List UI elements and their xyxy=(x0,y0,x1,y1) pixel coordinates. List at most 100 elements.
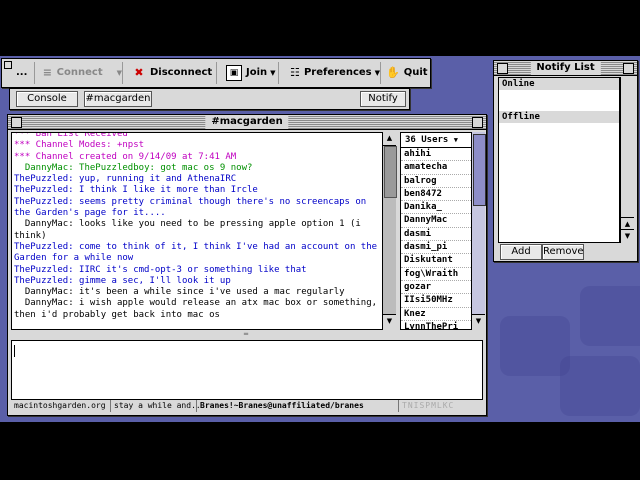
chat-nick[interactable]: ThePuzzled: xyxy=(14,185,74,195)
channel-titlebar[interactable]: #macgarden xyxy=(8,115,486,130)
add-label: Add xyxy=(511,246,531,257)
notify-scrollbar[interactable]: ▲ ▼ xyxy=(620,77,634,243)
chat-log[interactable]: *** Ban List Received *** Channel Modes: … xyxy=(11,132,383,330)
connect-button[interactable]: ≡ Connect ▼ xyxy=(36,62,123,84)
user-list-item[interactable]: IIsi50MHz xyxy=(401,294,471,308)
disconnect-button[interactable]: ✖ Disconnect xyxy=(126,62,217,84)
watermark-mac-icon xyxy=(560,356,640,416)
chat-nick[interactable]: *** xyxy=(14,152,30,162)
close-box[interactable] xyxy=(497,63,508,74)
chat-text: it's been a while since i've used a mac … xyxy=(73,287,345,298)
user-list-item[interactable]: amatecha xyxy=(401,161,471,175)
user-list-item[interactable]: Danika_ xyxy=(401,201,471,215)
user-identity: Branes!~Branes@unaffiliated/branes xyxy=(197,400,399,412)
user-list-item[interactable]: dasmi xyxy=(401,228,471,242)
chevron-down-icon: ▼ xyxy=(270,69,276,77)
remove-button[interactable]: Remove xyxy=(542,244,584,260)
chat-message: *** Ban List Received xyxy=(14,133,380,140)
disconnect-label: Disconnect xyxy=(150,67,213,78)
chat-message: ThePuzzled: yup, running it and AthenaIR… xyxy=(14,174,380,185)
remove-label: Remove xyxy=(543,246,584,257)
toolbar-window: ... ≡ Connect ▼ ✖ Disconnect ▣ Join ▼ ☷ … xyxy=(1,58,431,88)
chat-message: ThePuzzled: IIRC it's cmd-opt-3 or somet… xyxy=(14,265,380,276)
sliders-icon: ☷ xyxy=(290,66,300,79)
user-list-item[interactable]: ben8472 xyxy=(401,188,471,202)
chat-text: Channel Modes: +npst xyxy=(30,140,145,151)
chat-nick[interactable]: ThePuzzled: xyxy=(14,197,74,207)
chat-nick[interactable]: ThePuzzled: xyxy=(14,276,74,286)
chat-text: IIRC it's cmd-opt-3 or something like th… xyxy=(73,264,307,275)
scroll-thumb[interactable] xyxy=(384,146,397,198)
close-box[interactable] xyxy=(4,61,12,69)
user-list-item[interactable]: fog\Wraith xyxy=(401,268,471,281)
menu-button-label: ... xyxy=(16,67,28,78)
join-icon: ▣ xyxy=(226,65,242,81)
disconnect-icon: ✖ xyxy=(134,66,144,79)
chat-nick[interactable]: ThePuzzled: xyxy=(14,174,74,184)
text-cursor xyxy=(14,345,15,357)
user-list-item[interactable]: Knez xyxy=(401,308,471,321)
chat-nick[interactable]: *** xyxy=(14,133,30,139)
chat-nick[interactable]: ThePuzzled: xyxy=(14,265,74,275)
status-bar: macintoshgarden.org stay a while and...Br… xyxy=(11,400,481,412)
user-list-item[interactable]: balrog xyxy=(401,175,471,188)
user-list-header[interactable]: 36 Users ▼ xyxy=(400,132,478,148)
notify-list[interactable]: Online Offline xyxy=(498,77,620,243)
zoom-box[interactable] xyxy=(472,117,483,128)
user-list[interactable]: ahihi amatecha balrog ben8472 Danika_ DannyMa… xyxy=(400,147,472,330)
join-button[interactable]: ▣ Join ▼ xyxy=(220,62,279,84)
scroll-down-icon[interactable]: ▼ xyxy=(383,314,396,328)
user-list-item[interactable]: gozar xyxy=(401,281,471,295)
chat-text: gimme a sec, I'll look it up xyxy=(73,275,231,286)
chat-nick[interactable]: DannyMac: xyxy=(14,287,74,297)
online-section-header: Online xyxy=(499,78,619,90)
add-button[interactable]: Add xyxy=(500,244,542,260)
user-list-scrollbar[interactable]: ▼ xyxy=(471,132,486,328)
channel-topic: stay a while and... xyxy=(111,400,206,412)
stop-hand-icon: ✋ xyxy=(386,66,400,79)
quit-label: Quit xyxy=(403,67,428,78)
message-input[interactable] xyxy=(11,340,483,400)
chat-message: *** Channel created on 9/14/09 at 7:41 A… xyxy=(14,152,380,163)
scroll-down-icon[interactable]: ▼ xyxy=(621,229,634,243)
quit-button[interactable]: ✋ Quit xyxy=(380,62,428,84)
notify-titlebar[interactable]: Notify List xyxy=(494,61,637,76)
window-tabs-bar: Console #macgarden Notify xyxy=(9,88,410,110)
pane-splitter[interactable]: ═ xyxy=(11,329,481,339)
notify-window: Notify List Online Offline ▲ ▼ Add Remov… xyxy=(493,60,638,262)
chat-message: ThePuzzled: gimme a sec, I'll look it up xyxy=(14,276,380,287)
menu-button[interactable]: ... xyxy=(12,62,35,84)
notify-title: Notify List xyxy=(530,61,601,75)
chat-message: DannyMac: ThePuzzledboy: got mac os 9 no… xyxy=(14,163,380,174)
chat-message: DannyMac: looks like you need to be pres… xyxy=(14,219,380,242)
zoom-box[interactable] xyxy=(623,63,634,74)
chat-nick[interactable]: *** xyxy=(14,140,30,150)
chat-nick[interactable]: DannyMac: xyxy=(14,298,74,308)
chevron-down-icon: ▼ xyxy=(116,69,122,77)
user-count-label: 36 Users xyxy=(405,135,449,145)
chat-message: DannyMac: i wish apple would release an … xyxy=(14,298,380,321)
chat-nick[interactable]: ThePuzzled: xyxy=(14,242,74,252)
user-list-item[interactable]: Diskutant xyxy=(401,254,471,268)
chat-text: I think I like it more than Ircle xyxy=(73,185,258,196)
channel-tab-macgarden[interactable]: #macgarden xyxy=(84,91,152,107)
offline-section-header: Offline xyxy=(499,111,619,123)
notify-button[interactable]: Notify xyxy=(360,91,406,107)
channel-title: #macgarden xyxy=(205,115,289,129)
preferences-button[interactable]: ☷ Preferences ▼ xyxy=(284,62,381,84)
user-list-item[interactable]: dasmi_pi xyxy=(401,241,471,255)
connect-label: Connect xyxy=(56,67,103,78)
console-button[interactable]: Console xyxy=(16,91,78,107)
scroll-up-icon[interactable]: ▲ xyxy=(383,132,396,146)
close-box[interactable] xyxy=(11,117,22,128)
user-list-item[interactable]: ahihi xyxy=(401,148,471,162)
chat-message: ThePuzzled: come to think of it, I think… xyxy=(14,242,380,265)
chat-scrollbar[interactable]: ▲ ▼ xyxy=(382,132,397,328)
chat-nick[interactable]: DannyMac: xyxy=(14,163,74,173)
user-scroll-thumb[interactable] xyxy=(473,134,486,206)
user-list-item[interactable]: DannyMac xyxy=(401,214,471,228)
scroll-down-icon[interactable]: ▼ xyxy=(472,314,485,328)
server-name: macintoshgarden.org xyxy=(11,400,111,412)
chat-nick[interactable]: DannyMac: xyxy=(14,219,74,229)
watermark-mac-icon xyxy=(580,286,640,346)
